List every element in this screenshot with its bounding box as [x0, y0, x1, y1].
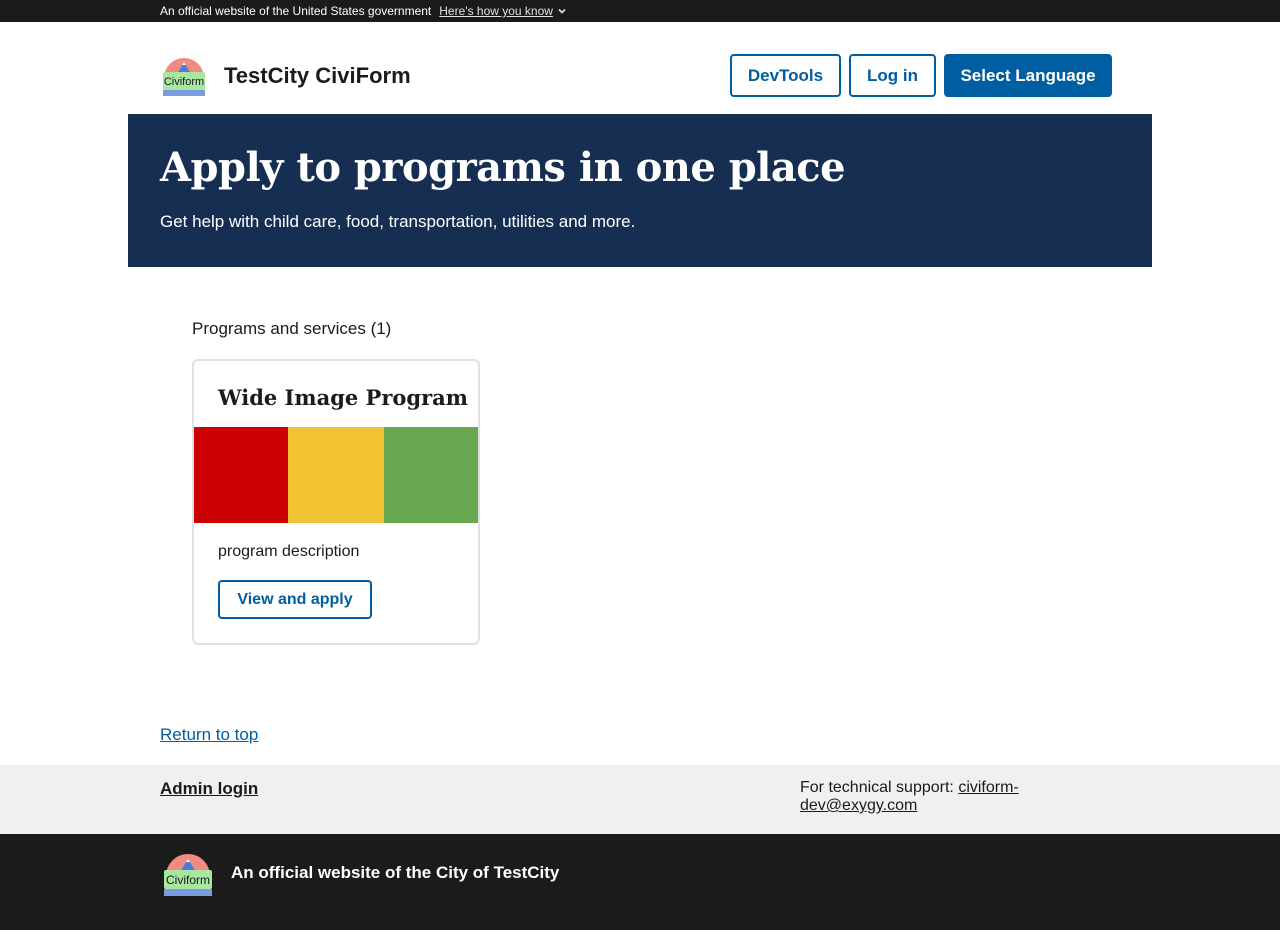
official-city-website-text: An official website of the City of TestC…	[231, 863, 560, 882]
program-card-image	[194, 427, 478, 523]
heres-how-you-know-link[interactable]: Here's how you know	[439, 4, 567, 18]
gov-banner-link-label: Here's how you know	[439, 4, 553, 18]
footer-primary: Admin login For technical support: civif…	[0, 765, 1280, 834]
program-card-title: Wide Image Program	[218, 385, 468, 410]
civiform-footer-logo: Civiform	[164, 854, 212, 896]
view-and-apply-button[interactable]: View and apply	[218, 580, 372, 619]
programs-heading: Programs and services (1)	[192, 319, 392, 338]
footer-logo-text: Civiform	[166, 873, 210, 887]
admin-login-link[interactable]: Admin login	[160, 779, 258, 799]
return-to-top-link[interactable]: Return to top	[160, 725, 258, 745]
login-button[interactable]: Log in	[849, 54, 936, 97]
chevron-down-icon	[558, 8, 566, 14]
devtools-button[interactable]: DevTools	[730, 54, 841, 97]
civiform-logo[interactable]: Civiform	[160, 54, 208, 98]
program-card: Wide Image Program program description V…	[192, 359, 480, 645]
footer-secondary: Civiform An official website of the City…	[0, 834, 1280, 930]
gov-banner-text: An official website of the United States…	[160, 4, 432, 18]
technical-support: For technical support: civiform-dev@exyg…	[800, 779, 1100, 815]
program-card-description: program description	[218, 543, 360, 560]
gov-banner: An official website of the United States…	[0, 0, 1280, 22]
site-header: Civiform TestCity CiviForm DevTools Log …	[0, 22, 1280, 114]
hero-subtitle: Get help with child care, food, transpor…	[160, 212, 636, 231]
hero-title: Apply to programs in one place	[160, 144, 846, 191]
site-title[interactable]: TestCity CiviForm	[224, 62, 411, 90]
hero-banner: Apply to programs in one place Get help …	[128, 114, 1152, 267]
select-language-button[interactable]: Select Language	[944, 54, 1112, 97]
image-green-block	[384, 427, 478, 523]
image-red-block	[194, 427, 288, 523]
support-label: For technical support:	[800, 779, 954, 796]
logo-text: Civiform	[164, 76, 204, 88]
image-yellow-block	[288, 427, 384, 523]
